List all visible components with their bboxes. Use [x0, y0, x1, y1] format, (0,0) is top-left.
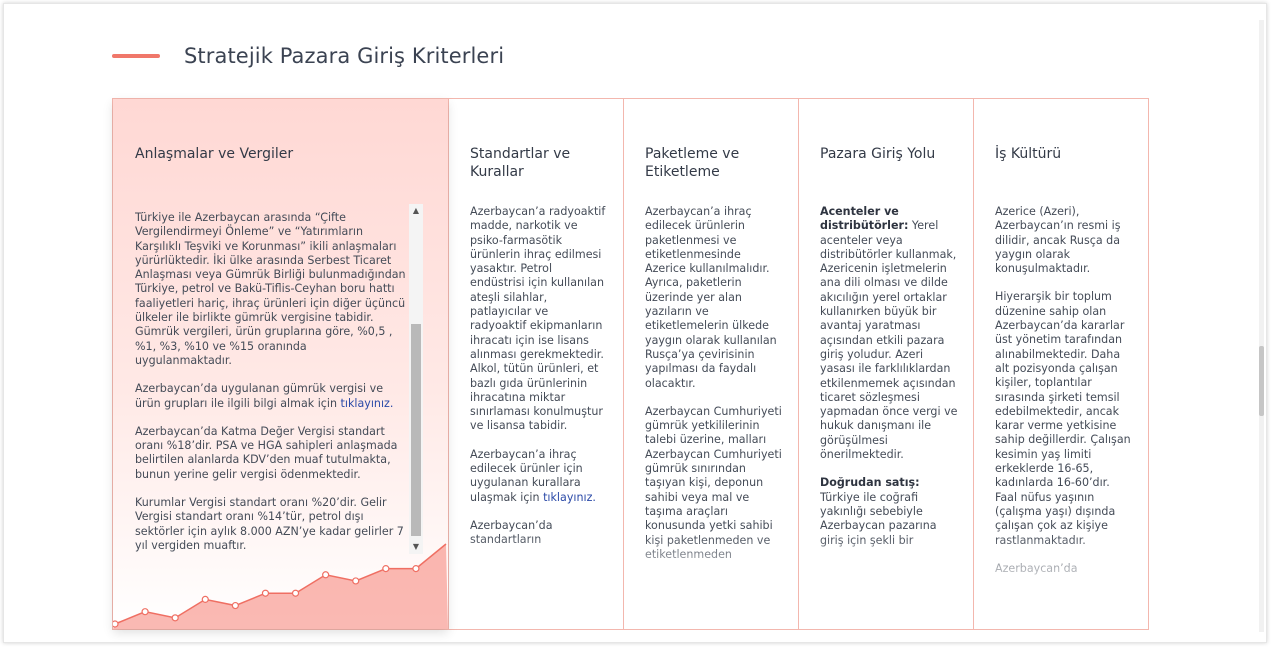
card-body: Azerbaycan’a radyoaktif madde, narkotik … [470, 205, 608, 585]
paragraph: Azerbaycan’a radyoaktif madde, narkotik … [470, 205, 606, 433]
card-agreements-taxes[interactable]: Anlaşmalar ve Vergiler Türkiye ile Azerb… [113, 99, 448, 629]
card-title: Anlaşmalar ve Vergiler [135, 146, 294, 162]
paragraph: Doğrudan satış: Türkiye ile coğrafi yakı… [820, 476, 937, 547]
card-business-culture[interactable]: İş Kültürü Azerice (Azeri), Azerbaycan’ı… [973, 99, 1148, 629]
paragraph: Azerbaycan’da standartların [470, 518, 553, 547]
chart-point [231, 601, 239, 610]
card-title: Pazara Giriş Yolu [820, 146, 936, 162]
chart-point [412, 565, 420, 573]
paragraph: Azerbaycan’da Katma Değer Vergisi standa… [135, 424, 398, 481]
paragraph: Azerbaycan’a ihraç edilecek ürünler için… [470, 447, 596, 504]
card-packaging-labeling[interactable]: Paketleme ve Etiketleme Azerbaycan’a ihr… [623, 99, 798, 629]
card-body: Acenteler ve distribütörler: Yerel acent… [820, 205, 958, 585]
chart-point [201, 595, 209, 603]
card-market-entry[interactable]: Pazara Giriş Yolu Acenteler ve distribüt… [798, 99, 973, 629]
page-title: Stratejik Pazara Giriş Kriterleri [184, 44, 505, 68]
paragraph: Türkiye ile Azerbaycan arasında “Çifte V… [135, 211, 406, 367]
tariff-info-link[interactable]: tıklayınız. [341, 397, 394, 410]
card-title: İş Kültürü [995, 146, 1062, 162]
chart-point [291, 589, 300, 597]
chart-point [141, 608, 149, 616]
card-scrollbar[interactable]: ▲ ▼ [409, 204, 423, 554]
card-body: Azerbaycan’a ihraç edilecek ürünlerin pa… [645, 205, 783, 585]
paragraph: Acenteler ve distribütörler: Yerel acent… [820, 205, 958, 462]
chart-point [261, 589, 270, 597]
chart-area [113, 544, 448, 629]
card-body: Azerice (Azeri), Azerbaycan’ın resmi iş … [995, 205, 1133, 585]
page-scrollbar[interactable] [1259, 20, 1264, 632]
chart-point [352, 577, 360, 585]
card-title: Standartlar ve Kurallar [470, 146, 571, 180]
paragraph: Azerbaycan Cumhuriyeti gümrük yetkililer… [645, 404, 782, 561]
rules-link[interactable]: tıklayınız. [543, 491, 596, 504]
criteria-cards: Anlaşmalar ve Vergiler Türkiye ile Azerb… [112, 98, 1149, 630]
page-scrollbar-thumb[interactable] [1259, 346, 1264, 416]
scroll-down-icon[interactable]: ▼ [409, 540, 423, 554]
chart-point [382, 565, 390, 573]
paragraph: Kurumlar Vergisi standart oranı %20’dir.… [135, 496, 404, 552]
card-title: Paketleme ve Etiketleme [645, 146, 740, 180]
paragraph: Azerbaycan’da [995, 561, 1078, 575]
scroll-up-icon[interactable]: ▲ [409, 204, 423, 218]
paragraph: Azerbaycan’da uygulanan gümrük vergisi v… [135, 382, 394, 410]
chart-point [113, 620, 119, 628]
scroll-thumb[interactable] [411, 324, 421, 536]
card-body: Türkiye ile Azerbaycan arasında “Çifte V… [135, 211, 407, 556]
title-accent-dash [112, 54, 160, 58]
chart-point [322, 571, 330, 579]
section-header: Stratejik Pazara Giriş Kriterleri [112, 44, 504, 68]
paragraph: Azerbaycan’a ihraç edilecek ürünlerin pa… [645, 205, 777, 390]
paragraph: Azerice (Azeri), Azerbaycan’ın resmi iş … [995, 205, 1121, 276]
card-standards-rules[interactable]: Standartlar ve Kurallar Azerbaycan’a rad… [448, 99, 623, 629]
paragraph: Hiyerarşik bir toplum düzenine sahip ola… [995, 290, 1131, 547]
chart-point [171, 614, 179, 622]
